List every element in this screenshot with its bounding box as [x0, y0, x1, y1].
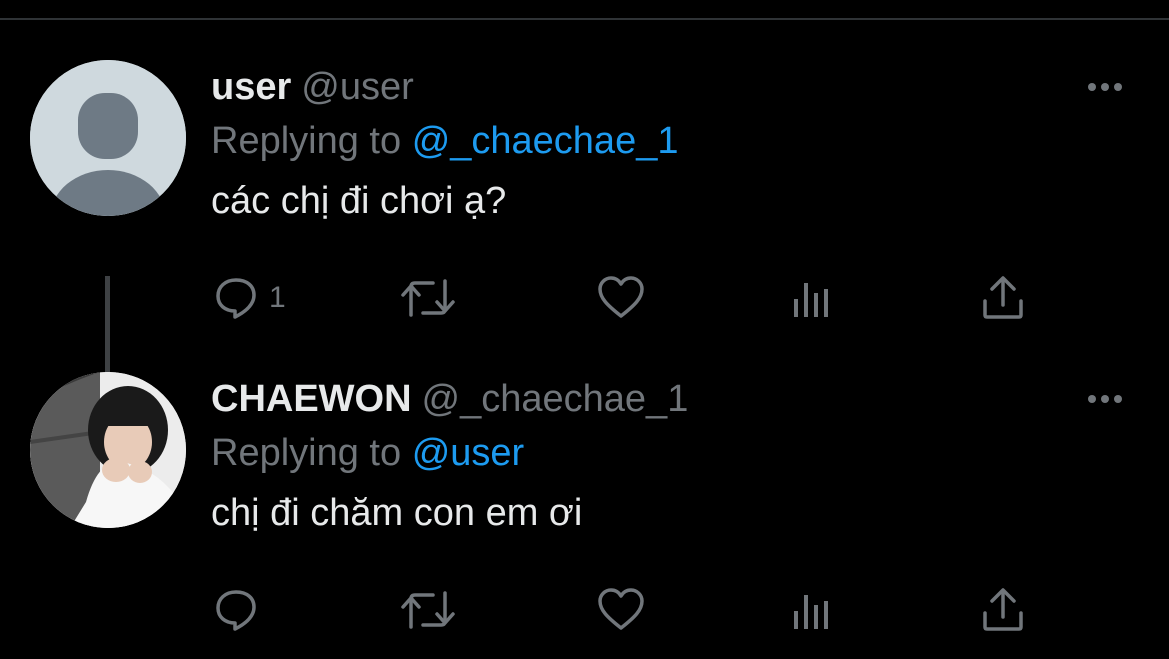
share-button[interactable] — [981, 268, 1025, 328]
comment-icon — [216, 278, 256, 319]
more-options-button[interactable] — [1082, 72, 1132, 102]
tweet-text: các chị đi chơi ạ? — [211, 180, 507, 222]
avatar[interactable] — [30, 60, 186, 216]
comment-icon — [216, 590, 256, 631]
like-button[interactable] — [597, 580, 645, 640]
more-dots-icon — [1088, 395, 1122, 403]
replying-to-label: Replying to — [211, 120, 402, 162]
heart-icon — [598, 588, 644, 630]
reply-button[interactable] — [213, 580, 269, 640]
profile-photo-icon — [30, 372, 186, 528]
share-icon — [983, 276, 1023, 319]
user-handle[interactable]: @user — [301, 66, 414, 108]
avatar[interactable] — [30, 372, 186, 528]
tweet-actions: 1 — [211, 268, 1071, 328]
display-name[interactable]: CHAEWON — [211, 378, 412, 420]
replying-to: Replying to @user — [211, 428, 1071, 478]
replying-to-mention[interactable]: @user — [412, 432, 525, 474]
replying-to-label: Replying to — [211, 432, 402, 474]
tweet-content: CHAEWON @_chaechae_1 Replying to @user ch… — [211, 370, 1071, 548]
tweet-text: chị đi chăm con em ơi — [211, 492, 583, 534]
views-button[interactable] — [791, 268, 835, 328]
tweet-header: user @user — [211, 58, 1071, 116]
retweet-icon — [401, 279, 455, 317]
tweet-actions — [211, 580, 1071, 640]
tweet-content: user @user Replying to @_chaechae_1 các c… — [211, 58, 1071, 236]
analytics-icon — [794, 283, 828, 317]
retweet-icon — [401, 591, 455, 629]
analytics-icon — [794, 595, 828, 629]
top-divider — [0, 0, 1169, 20]
default-avatar-icon — [30, 60, 186, 216]
thread-view: user @user Replying to @_chaechae_1 các c… — [0, 0, 1169, 659]
share-button[interactable] — [981, 580, 1025, 640]
tweet-header: CHAEWON @_chaechae_1 — [211, 370, 1071, 428]
reply-button[interactable]: 1 — [213, 268, 286, 328]
retweet-button[interactable] — [399, 580, 457, 640]
more-dots-icon — [1088, 83, 1122, 91]
replying-to-mention[interactable]: @_chaechae_1 — [412, 120, 679, 162]
retweet-button[interactable] — [399, 268, 457, 328]
views-button[interactable] — [791, 580, 835, 640]
reply-count: 1 — [269, 281, 286, 314]
heart-icon — [598, 276, 644, 318]
user-handle[interactable]: @_chaechae_1 — [422, 378, 689, 420]
display-name[interactable]: user — [211, 66, 291, 108]
replying-to: Replying to @_chaechae_1 — [211, 116, 1071, 166]
like-button[interactable] — [597, 268, 645, 328]
share-icon — [983, 588, 1023, 631]
more-options-button[interactable] — [1082, 384, 1132, 414]
